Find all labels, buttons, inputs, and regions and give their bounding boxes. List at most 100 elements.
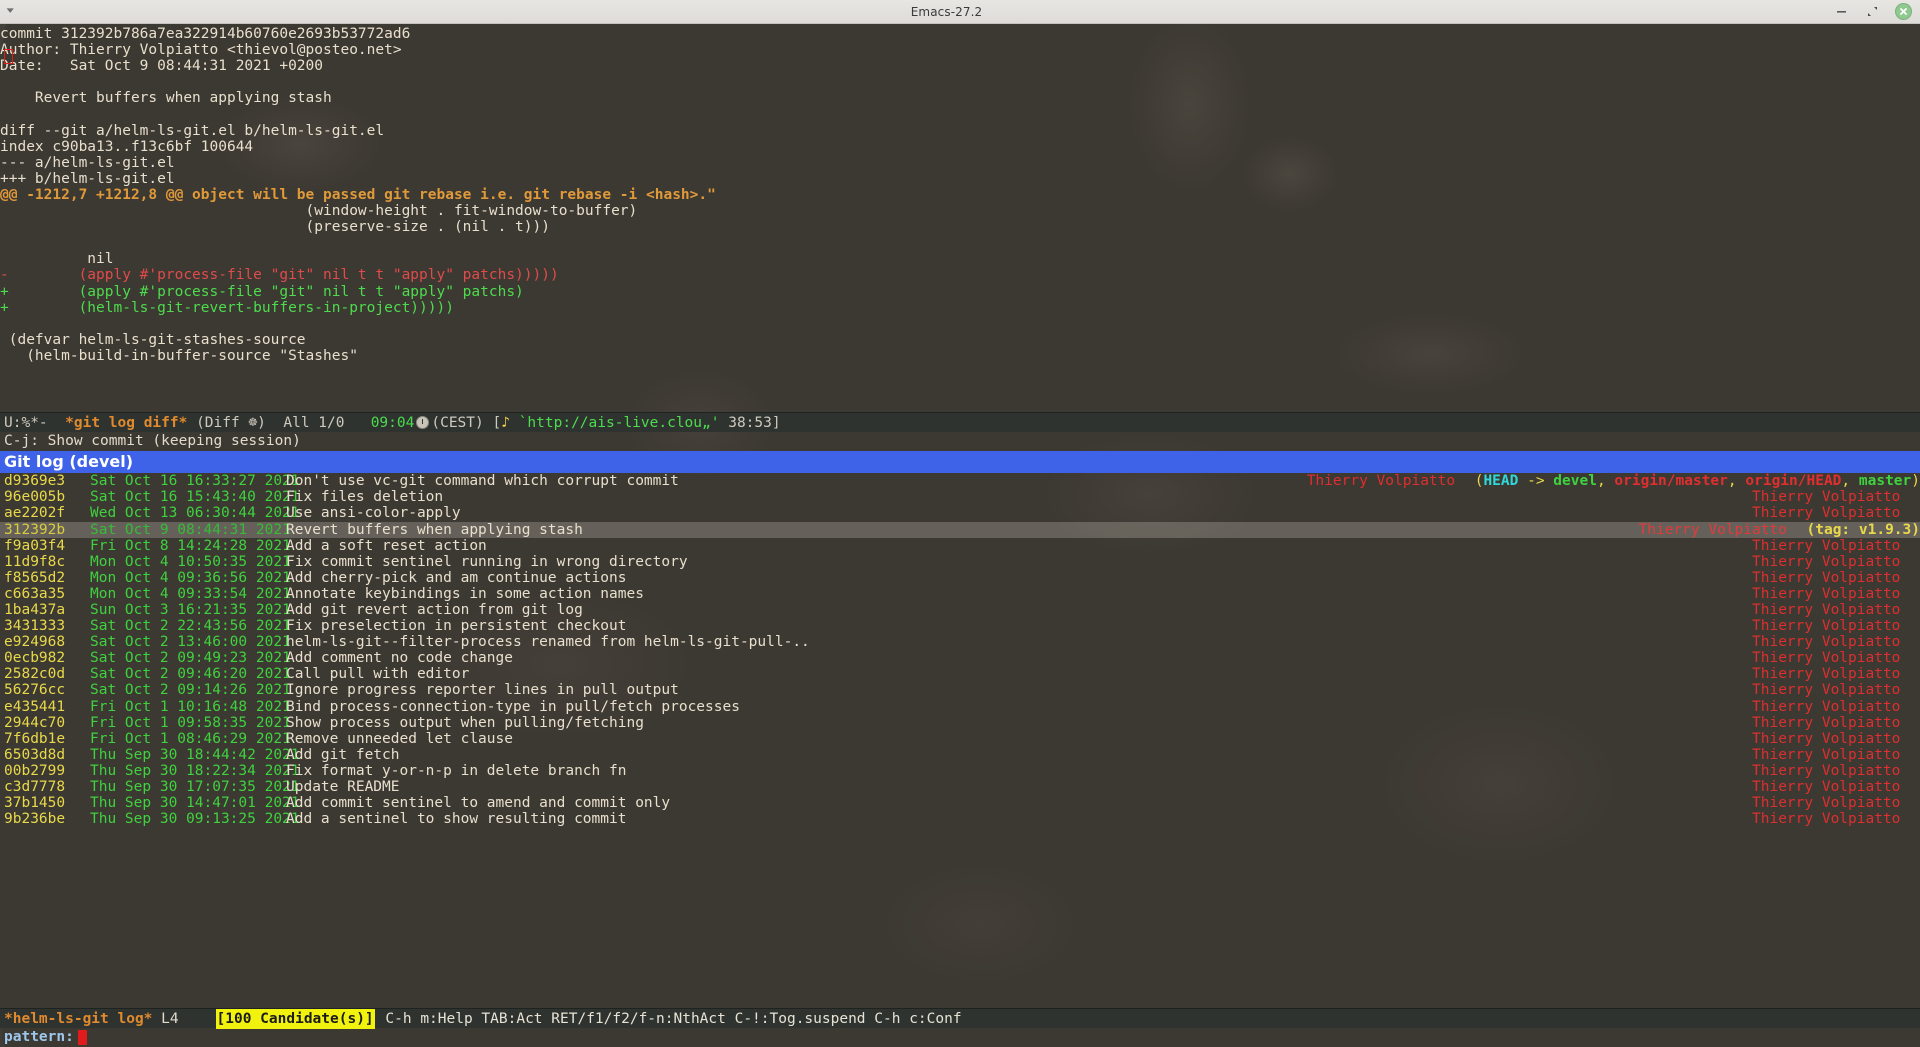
commit-ref-local: devel (1553, 473, 1597, 490)
commit-date: Sat Oct 2 13:46:00 2021 (90, 634, 291, 651)
commit-hash: 00b2799 (4, 762, 66, 779)
commit-subject: Fix preselection in persistent checkout (286, 618, 627, 635)
helm-candidate-row[interactable]: 6503d8d Thu Sep 30 18:44:42 2021 Add git f… (0, 747, 1920, 763)
app-menu-icon[interactable]: ▾ (7, 7, 14, 16)
diff-line (0, 316, 1920, 332)
close-button[interactable] (1895, 3, 1912, 20)
minibuffer-prompt: pattern: (4, 1029, 74, 1045)
commit-refs: (tag: v1.9.3) (1799, 522, 1920, 538)
diff-line (0, 106, 1920, 122)
helm-modeline-position: L4 (161, 1010, 179, 1027)
helm-candidate-row[interactable]: 3431333 Sat Oct 2 22:43:56 2021 Fix presel… (0, 618, 1920, 634)
diff-line: (defvar helm-ls-git-stashes-source (0, 331, 306, 348)
helm-candidate-row[interactable]: e924968 Sat Oct 2 13:46:00 2021 helm-ls-gi… (0, 634, 1920, 650)
helm-candidate-row[interactable]: ae2202f Wed Oct 13 06:30:44 2021 Use ansi-… (0, 505, 1920, 521)
modeline-time: 09:04 (370, 414, 415, 431)
commit-date: Thu Sep 30 18:22:34 2021 (90, 762, 300, 779)
commit-author: Thierry Volpiatto (1752, 666, 1901, 683)
minibuffer-cursor (77, 1030, 87, 1045)
helm-candidate-row[interactable]: 7f6db1e Fri Oct 1 08:46:29 2021 Remove unn… (0, 731, 1920, 747)
commit-hash: 2582c0d (4, 666, 66, 683)
modeline-stream-time: 38:53] (728, 414, 781, 431)
commit-subject: Remove unneeded let clause (286, 730, 513, 747)
minibuffer[interactable]: pattern: (0, 1028, 1920, 1047)
commit-author: Thierry Volpiatto (1752, 569, 1901, 586)
helm-candidate-row[interactable]: f9a03f4 Fri Oct 8 14:24:28 2021 Add a soft… (0, 538, 1920, 554)
commit-author: Thierry Volpiatto (1752, 537, 1901, 554)
commit-date: Sat Oct 2 09:14:26 2021 (90, 682, 291, 699)
maximize-button[interactable] (1864, 3, 1881, 20)
diff-line: --- a/helm-ls-git.el (0, 154, 175, 171)
commit-author: Thierry Volpiatto (1752, 553, 1901, 570)
commit-hash: 37b1450 (4, 795, 66, 812)
commit-ref-remote: origin/master (1614, 473, 1728, 490)
commit-subject: Add commit sentinel to amend and commit … (286, 795, 671, 812)
helm-candidate-row[interactable]: d9369e3 Sat Oct 16 16:33:27 2021 Don't use… (0, 473, 1920, 489)
diff-line (0, 235, 1920, 251)
modeline-flags: U:%*- (4, 414, 48, 431)
commit-author: Thierry Volpiatto (1752, 489, 1901, 506)
helm-candidate-row[interactable]: e435441 Fri Oct 1 10:16:48 2021 Bind proce… (0, 699, 1920, 715)
modeline-major-mode: (Diff ☸) (196, 414, 266, 431)
commit-author: Thierry Volpiatto (1752, 714, 1901, 731)
commit-hash: 9b236be (4, 811, 66, 828)
helm-candidate-row[interactable]: 11d9f8c Mon Oct 4 10:50:35 2021 Fix commit… (0, 554, 1920, 570)
helm-candidate-row[interactable]: c3d7778 Thu Sep 30 17:07:35 2021 Update RE… (0, 779, 1920, 795)
modeline-stream-url: `http://ais-live.clou„' (518, 414, 720, 431)
commit-ref-paren: , (1727, 473, 1746, 490)
commit-refs: (HEAD -> devel, origin/master, origin/HE… (1467, 473, 1920, 489)
helm-candidate-row[interactable]: f8565d2 Mon Oct 4 09:36:56 2021 Add cherry… (0, 570, 1920, 586)
commit-hash: f8565d2 (4, 569, 66, 586)
music-note-icon: ♪ (501, 414, 510, 431)
commit-author: Thierry Volpiatto (1752, 602, 1901, 618)
commit-ref-tag: (tag: v1.9.3) (1806, 521, 1920, 538)
helm-candidate-row[interactable]: 2582c0d Sat Oct 2 09:46:20 2021 Call pull … (0, 666, 1920, 682)
commit-author: Thierry Volpiatto (1752, 618, 1901, 635)
helm-candidate-row[interactable]: 1ba437a Sun Oct 3 16:21:35 2021 Add git re… (0, 602, 1920, 618)
helm-candidate-row-selected[interactable]: 312392b Sat Oct 9 08:44:31 2021 Revert buf… (0, 521, 1920, 538)
commit-author: Thierry Volpiatto (1638, 521, 1787, 538)
helm-candidate-row[interactable]: 00b2799 Thu Sep 30 18:22:34 2021 Fix forma… (0, 763, 1920, 779)
commit-date: Wed Oct 13 06:30:44 2021 (90, 505, 300, 522)
helm-candidate-row[interactable]: 0ecb982 Sat Oct 2 09:49:23 2021 Add commen… (0, 650, 1920, 666)
minimize-button[interactable] (1833, 3, 1850, 20)
commit-hash: 11d9f8c (4, 553, 66, 570)
helm-candidate-row[interactable]: 37b1450 Thu Sep 30 14:47:01 2021 Add commi… (0, 795, 1920, 811)
persistent-action-help: C-j: Show commit (keeping session) (4, 433, 301, 450)
clock-icon (416, 416, 430, 430)
commit-subject: Fix commit sentinel running in wrong dir… (286, 553, 688, 570)
commit-hash: d9369e3 (4, 473, 66, 490)
commit-hash: e924968 (4, 634, 66, 651)
commit-author: Thierry Volpiatto (1752, 585, 1901, 602)
helm-candidate-row[interactable]: c663a35 Mon Oct 4 09:33:54 2021 Annotate k… (0, 586, 1920, 602)
diff-line: + (helm-ls-git-revert-buffers-in-project… (0, 299, 454, 316)
commit-ref-remote: origin/HEAD (1745, 473, 1842, 490)
commit-subject: Add comment no code change (286, 650, 513, 667)
helm-candidate-count: [100 Candidate(s)] (215, 1008, 375, 1029)
commit-author: Thierry Volpiatto (1752, 779, 1901, 796)
helm-modeline-buffer: *helm-ls-git log* (4, 1010, 153, 1027)
commit-date: Sun Oct 3 16:21:35 2021 (90, 602, 291, 618)
helm-candidate-list[interactable]: d9369e3 Sat Oct 16 16:33:27 2021 Don't use… (0, 473, 1920, 827)
diff-line: nil (0, 251, 114, 268)
helm-candidate-row[interactable]: 56276cc Sat Oct 2 09:14:26 2021 Ignore pro… (0, 682, 1920, 698)
text-cursor (4, 49, 13, 64)
commit-subject: Fix files deletion (286, 489, 444, 506)
commit-hash: c663a35 (4, 585, 66, 602)
helm-candidate-row[interactable]: 9b236be Thu Sep 30 09:13:25 2021 Add a sen… (0, 811, 1920, 827)
commit-subject: Revert buffers when applying stash (286, 521, 583, 538)
helm-modeline[interactable]: *helm-ls-git log* L4 [100 Candidate(s)] … (0, 1008, 1920, 1029)
diff-modeline[interactable]: U:%*- *git log diff* (Diff ☸) All 1/0 09… (0, 412, 1920, 433)
commit-date: Mon Oct 4 10:50:35 2021 (90, 553, 291, 570)
commit-date: Fri Oct 1 08:46:29 2021 (90, 730, 291, 747)
commit-subject: Add a sentinel to show resulting commit (286, 811, 627, 828)
diff-line: - (apply #'process-file "git" nil t t "a… (0, 267, 559, 284)
helm-candidate-row[interactable]: 2944c70 Fri Oct 1 09:58:35 2021 Show proce… (0, 715, 1920, 731)
commit-subject: Add git revert action from git log (286, 602, 583, 618)
commit-subject: Fix format y-or-n-p in delete branch fn (286, 762, 627, 779)
diff-line: + (apply #'process-file "git" nil t t "a… (0, 283, 524, 300)
helm-candidate-row[interactable]: 96e005b Sat Oct 16 15:43:40 2021 Fix files… (0, 489, 1920, 505)
commit-author: Thierry Volpiatto (1752, 730, 1901, 747)
diff-buffer[interactable]: commit 312392b786a7ea322914b60760e2693b5… (0, 24, 1920, 412)
commit-ref-paren: , (1596, 473, 1615, 490)
